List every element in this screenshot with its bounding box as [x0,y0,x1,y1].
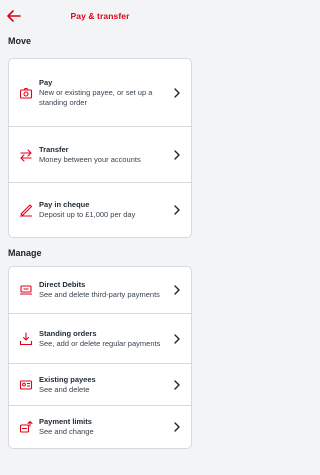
chevron-right-icon [173,422,181,432]
row-title: Pay [39,77,53,87]
row-title: Payment limits [39,417,92,426]
list-item-standing-orders[interactable]: Standing orders See, add or delete regul… [9,314,191,364]
cheque-pen-icon [19,203,33,217]
list-item-payment-limits[interactable]: Payment limits See and change [9,406,191,448]
row-description: See and change [39,427,94,436]
standing-order-icon [19,331,33,346]
list-item-transfer[interactable]: Transfer Money between your accounts [9,127,191,183]
list-item-existing-payees[interactable]: Existing payees See and delete [9,364,191,406]
chevron-right-icon [173,149,181,160]
row-title: Existing payees [39,374,96,384]
back-arrow-icon[interactable] [6,8,22,24]
row-title: Pay in cheque [39,200,90,209]
manage-card: Direct Debits See and delete third-party… [8,266,192,449]
move-card: Pay New or existing payee, or set up a s… [8,58,192,238]
row-title: Standing orders [39,328,97,338]
section-title-move: Move [8,36,32,46]
page-title: Pay & transfer [70,11,130,21]
chevron-right-icon [173,379,181,390]
row-description: Deposit up to £1,000 per day [39,210,136,219]
camera-pay-icon [19,86,33,100]
direct-debit-icon [19,283,33,297]
row-description: See, add or delete regular payments [39,338,161,348]
chevron-right-icon [173,333,181,344]
chevron-right-icon [173,205,181,215]
row-description: Money between your accounts [39,154,141,164]
row-title: Direct Debits [39,280,86,289]
header: Pay & transfer [0,0,200,32]
list-item-pay-in-cheque[interactable]: Pay in cheque Deposit up to £1,000 per d… [9,183,191,237]
row-description: See and delete third-party payments [39,290,160,299]
payees-icon [19,378,33,392]
chevron-right-icon [173,87,181,98]
chevron-right-icon [173,285,181,295]
row-description: New or existing payee, or set up a stand… [39,87,153,107]
list-item-direct-debits[interactable]: Direct Debits See and delete third-party… [9,267,191,314]
section-title-manage: Manage [8,248,42,258]
list-item-pay[interactable]: Pay New or existing payee, or set up a s… [9,59,191,127]
transfer-arrows-icon [19,148,33,162]
row-description: See and delete [39,384,90,394]
row-title: Transfer [39,144,69,154]
payment-limits-icon [19,420,33,434]
